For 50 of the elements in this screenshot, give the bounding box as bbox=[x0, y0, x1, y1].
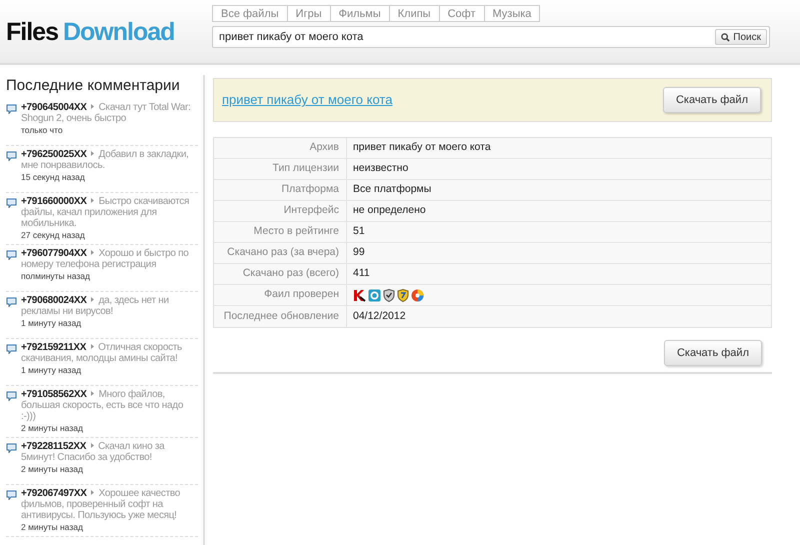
comment-time: 2 минуты назад bbox=[21, 522, 84, 532]
sidebar-title: Последние комментарии bbox=[6, 76, 181, 96]
detail-value: привет пикабу от моего кота bbox=[353, 140, 491, 156]
detail-label: Последнее обновление bbox=[214, 306, 347, 327]
comment-time: 1 минуту назад bbox=[21, 364, 82, 376]
logo-text: Files bbox=[6, 16, 58, 48]
detail-label: Архив bbox=[214, 138, 347, 158]
comment-text: +796077904XX Хорошо и быстро по номеру телефона регистрация bbox=[21, 248, 190, 270]
detail-value: 99 bbox=[353, 245, 365, 260]
detail-value: 411 bbox=[353, 266, 370, 282]
logo-text: Download bbox=[62, 16, 174, 48]
comment-time: 1 минуту назад bbox=[21, 318, 82, 328]
detail-label: Интерфейс bbox=[214, 201, 347, 221]
comment-text: +791058562XX Много файлов, большая скорость, есть все что надо :-))) bbox=[21, 388, 184, 422]
detail-label: Скачано раз (всего) bbox=[214, 264, 347, 284]
detail-label: Тип лицензии bbox=[214, 159, 347, 179]
category-tab[interactable]: Все файлы bbox=[212, 5, 288, 22]
comment-time: 27 секунд назад bbox=[21, 230, 86, 240]
search-text: привет пикабу от моего кота bbox=[219, 30, 364, 45]
comment-time: 2 минуты назад bbox=[21, 422, 84, 434]
comment-text: +791660000XX Быстро скачиваются файлы, качал приложения для мобильника. bbox=[21, 196, 190, 228]
comment-text: +792067497XX Хорошее качество фильмов, проверенный софт на антивирусы. Пользуюсь уже месяц! bbox=[21, 488, 182, 520]
category-tab[interactable]: Клипы bbox=[388, 5, 440, 22]
detail-value: 04/12/2012 bbox=[353, 308, 406, 324]
comment-time: 2 минуты назад bbox=[21, 464, 84, 474]
detail-value: Все платформы bbox=[353, 182, 432, 198]
detail-label: Скачано раз (за вчера) bbox=[214, 243, 347, 263]
comment-text: +792159211XX Отличная скорость скачивания, молодцы амины сайта! bbox=[21, 342, 183, 364]
comment-time: полминуты назад bbox=[21, 270, 91, 282]
search-button[interactable]: Поиск bbox=[715, 29, 767, 45]
download-button[interactable]: Скачать файл bbox=[664, 340, 762, 366]
comment-time: только что bbox=[21, 124, 64, 136]
detail-value: не определено bbox=[353, 203, 426, 218]
search-field[interactable]: привет пикабу от моего кота Поиск bbox=[212, 26, 770, 48]
category-tab[interactable]: Игры bbox=[286, 5, 331, 22]
download-button[interactable]: Скачать файл bbox=[662, 87, 761, 113]
comment-text: +796250025XX Добавил в закладки, мне понрвавилось. bbox=[21, 148, 190, 170]
detail-label: Платформа bbox=[214, 180, 347, 200]
detail-value: неизвестно bbox=[353, 161, 408, 176]
comment-text: +790680024XX да, здесь нет ни рекламы ни вирусов! bbox=[21, 294, 170, 316]
file-title-link[interactable]: привет пикабу от моего кота bbox=[222, 90, 392, 110]
comment-time: 15 секунд назад bbox=[21, 172, 86, 182]
comment-text: +792281152XX Скачал кино за 5минут! Спасибо за удобство! bbox=[21, 440, 166, 462]
category-tab[interactable]: Фильмы bbox=[330, 5, 390, 22]
detail-label: Фаил проверен bbox=[214, 285, 347, 305]
comment-text: +790645004XX Скачал тут Total War: Shogun 2, очень быстро bbox=[21, 102, 192, 124]
category-tab[interactable]: Музыка bbox=[484, 5, 540, 22]
detail-label: Место в рейтинге bbox=[214, 222, 347, 242]
detail-value: 51 bbox=[353, 224, 365, 240]
category-tab[interactable]: Софт bbox=[438, 5, 485, 22]
